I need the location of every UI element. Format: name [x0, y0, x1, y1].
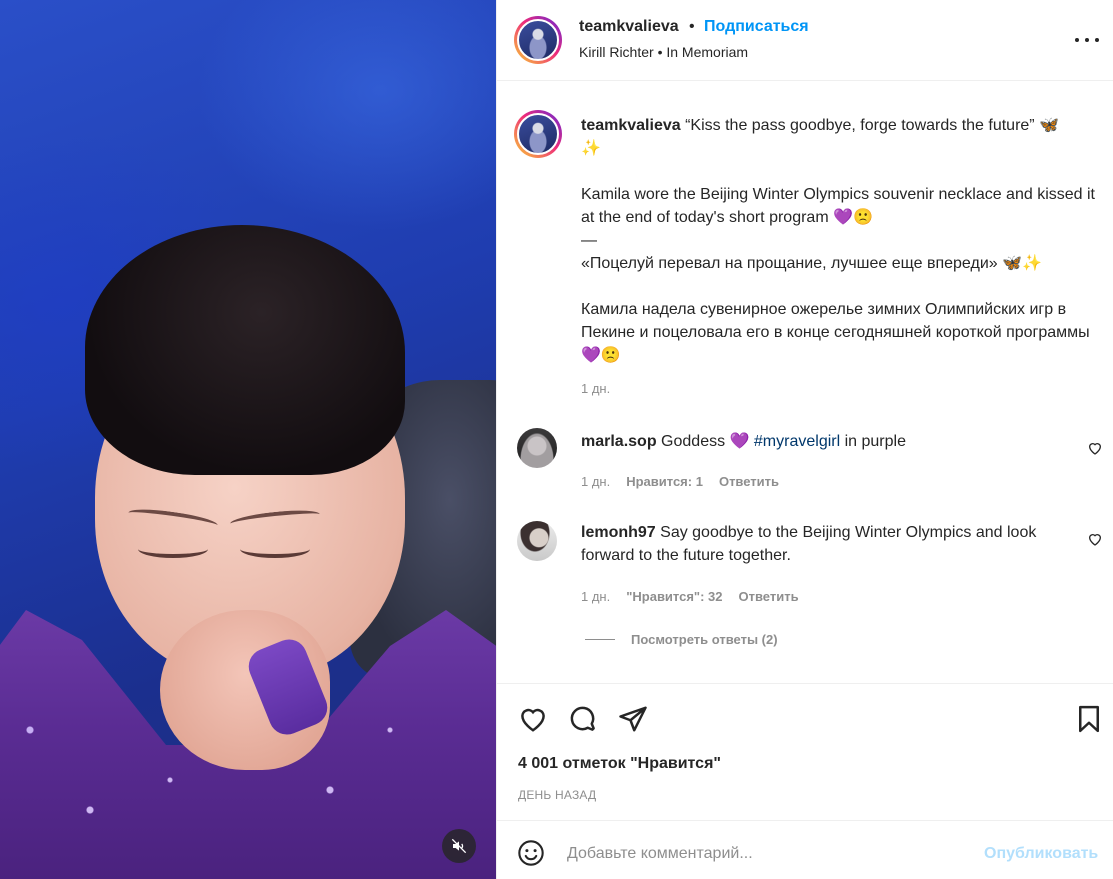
comment-input[interactable] — [567, 841, 957, 867]
comment-text: marla.sop Goddess 💜 #myravelgirl in purp… — [581, 430, 1061, 453]
caption-avatar[interactable] — [514, 110, 562, 158]
comment-body: Goddess 💜 — [661, 433, 754, 450]
more-horizontal-icon — [1075, 38, 1079, 42]
caption-time[interactable]: 1 дн. — [581, 381, 610, 396]
emoji-icon[interactable] — [517, 839, 545, 867]
mute-button[interactable] — [442, 829, 476, 863]
comment-likes[interactable]: "Нравится": 32 — [626, 589, 722, 604]
heart-icon[interactable] — [518, 704, 548, 734]
post-caption: teamkvalieva “Kiss the pass goodbye, for… — [581, 114, 1101, 367]
caption-russian-quote: «Поцелуй перевал на прощание, лучшее еще… — [581, 255, 1042, 272]
avatar[interactable] — [517, 428, 557, 468]
post-actions: 4 001 отметок "Нравится" ДЕНЬ НАЗАД — [497, 683, 1113, 820]
comment-likes[interactable]: Нравится: 1 — [626, 474, 703, 489]
post-media[interactable] — [0, 0, 496, 879]
caption-english: Kamila wore the Beijing Winter Olympics … — [581, 186, 1095, 226]
view-replies-label: Посмотреть ответы (2) — [631, 632, 778, 647]
like-comment-heart-icon[interactable] — [1087, 440, 1103, 456]
caption-sparkle: ✨ — [581, 140, 601, 157]
caption-quote: “Kiss the pass goodbye, forge towards th… — [685, 117, 1059, 134]
speaker-muted-icon — [451, 838, 467, 854]
comment-body-end: in purple — [840, 433, 906, 450]
post-header: teamkvalieva • Подписаться Kirill Richte… — [497, 0, 1113, 81]
post-date[interactable]: ДЕНЬ НАЗАД — [518, 788, 596, 802]
comment-username[interactable]: lemonh97 — [581, 524, 656, 541]
skater-hair — [85, 225, 405, 475]
header-subtitle[interactable]: Kirill Richter • In Memoriam — [579, 44, 748, 60]
avatar[interactable] — [514, 16, 562, 64]
likes-count[interactable]: 4 001 отметок "Нравится" — [518, 755, 721, 773]
like-comment-heart-icon[interactable] — [1087, 531, 1103, 547]
publish-button[interactable]: Опубликовать — [984, 845, 1098, 863]
add-comment-bar: Опубликовать — [497, 820, 1113, 879]
reply-button[interactable]: Ответить — [739, 589, 799, 604]
comment-text: lemonh97 Say goodbye to the Beijing Wint… — [581, 521, 1061, 567]
comment-meta: 1 дн. Нравится: 1 Ответить — [581, 474, 779, 489]
more-options-button[interactable] — [1075, 30, 1099, 50]
hashtag-link[interactable]: #myravelgirl — [754, 433, 840, 450]
share-icon[interactable] — [618, 704, 648, 734]
comment-username[interactable]: marla.sop — [581, 433, 657, 450]
follow-button[interactable]: Подписаться — [704, 18, 809, 36]
comment-time[interactable]: 1 дн. — [581, 474, 610, 489]
divider — [585, 639, 615, 640]
comment-icon[interactable] — [568, 704, 598, 734]
bookmark-icon[interactable] — [1074, 704, 1104, 734]
header-username[interactable]: teamkvalieva — [579, 18, 679, 36]
comment-time[interactable]: 1 дн. — [581, 589, 610, 604]
post-panel: teamkvalieva • Подписаться Kirill Richte… — [496, 0, 1113, 879]
avatar[interactable] — [517, 521, 557, 561]
caption-username[interactable]: teamkvalieva — [581, 117, 681, 134]
reply-button[interactable]: Ответить — [719, 474, 779, 489]
eyelid-left — [138, 540, 208, 558]
separator-dot: • — [689, 18, 695, 35]
caption-divider: — — [581, 232, 597, 249]
caption-russian: Камила надела сувенирное ожерелье зимних… — [581, 301, 1090, 364]
comment-meta: 1 дн. "Нравится": 32 Ответить — [581, 589, 799, 604]
eyelid-right — [240, 540, 310, 558]
view-replies-button[interactable]: Посмотреть ответы (2) — [585, 632, 778, 647]
